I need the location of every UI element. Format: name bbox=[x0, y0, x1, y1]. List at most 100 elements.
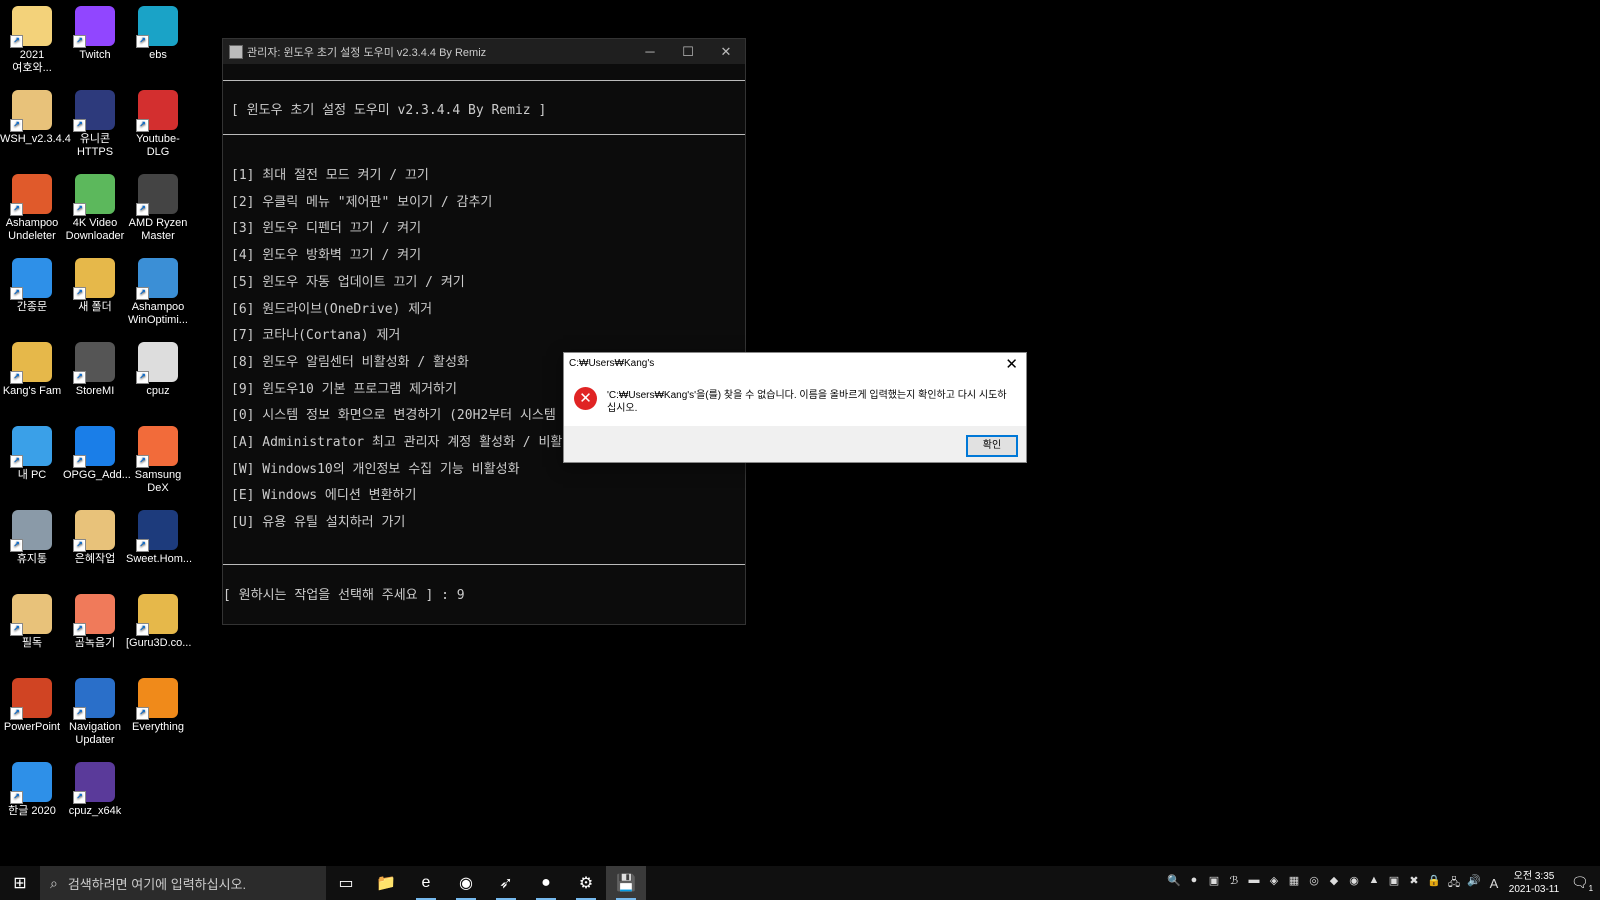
desktop-icon[interactable]: ↗ 휴지통 bbox=[0, 506, 64, 566]
windows-start-icon[interactable]: ⊞ bbox=[0, 866, 40, 900]
desktop-icon[interactable]: ↗ 2021 여호와... bbox=[0, 2, 64, 75]
hangul-doc-icon: ↗ bbox=[10, 258, 52, 300]
error-icon: ✕ bbox=[574, 387, 597, 410]
shortcut-arrow-icon: ↗ bbox=[136, 539, 149, 552]
desktop-icon[interactable]: ↗ Samsung DeX bbox=[126, 422, 190, 495]
error-dialog[interactable]: C:₩Users₩Kang's ✕ ✕ 'C:₩Users₩Kang's'을(를… bbox=[563, 352, 1027, 463]
undeleter-icon: ↗ bbox=[10, 174, 52, 216]
desktop-icon[interactable]: ↗ 곰녹음기 bbox=[63, 590, 127, 650]
desktop-icon[interactable]: ↗ AMD Ryzen Master bbox=[126, 170, 190, 243]
desktop-icon[interactable]: ↗ OPGG_Add... bbox=[63, 422, 131, 482]
tray-icon[interactable]: ▣ bbox=[1384, 874, 1404, 893]
tray-icon[interactable]: 🔍 bbox=[1164, 874, 1184, 893]
desktop-icon[interactable]: ↗ 내 PC bbox=[0, 422, 64, 482]
desktop-icon[interactable]: ↗ Sweet.Hom... bbox=[126, 506, 192, 566]
desktop-icon[interactable]: ↗ ebs bbox=[126, 2, 190, 62]
tray-icon[interactable]: ✖ bbox=[1404, 874, 1424, 893]
ime-indicator[interactable]: A bbox=[1484, 876, 1504, 891]
chip-icon: ↗ bbox=[73, 762, 115, 804]
file-gear-icon: ↗ bbox=[136, 342, 178, 384]
ok-button[interactable]: 확인 bbox=[966, 435, 1018, 457]
tray-icon[interactable]: ● bbox=[1184, 874, 1204, 893]
edge-icon[interactable]: e bbox=[406, 866, 446, 900]
shortcut-arrow-icon: ↗ bbox=[136, 287, 149, 300]
shortcut-arrow-icon: ↗ bbox=[10, 707, 23, 720]
tray-icon[interactable]: ◈ bbox=[1264, 874, 1284, 893]
console-app-icon[interactable]: 💾 bbox=[606, 866, 646, 900]
desktop: ↗ 2021 여호와... ↗ Twitch ↗ ebs ↗ WSH_v2.3.4.4 ↗ 유니콘… bbox=[0, 0, 200, 850]
tray-icon[interactable]: ▣ bbox=[1204, 874, 1224, 893]
desktop-icon[interactable]: ↗ cpuz bbox=[126, 338, 190, 398]
folder-icon: ↗ bbox=[73, 258, 115, 300]
dialog-message: 'C:₩Users₩Kang's'을(를) 찾을 수 없습니다. 이름을 올바르… bbox=[607, 390, 1007, 414]
desktop-icon[interactable]: ↗ Youtube-DLG bbox=[126, 86, 190, 159]
console-menu-item: [0] 시스템 정보 화면으로 변경하기 (20H2부터 시스템 bbox=[231, 408, 556, 424]
file-explorer-icon[interactable]: 📁 bbox=[366, 866, 406, 900]
desktop-icon-label: Navigation Updater bbox=[69, 721, 121, 746]
console-menu-item: [1] 최대 절전 모드 켜기 / 끄기 bbox=[231, 168, 429, 183]
search-box[interactable]: ⌕ 검색하려면 여기에 입력하십시오. bbox=[40, 866, 326, 900]
console-app-icon bbox=[229, 44, 243, 59]
shortcut-arrow-icon: ↗ bbox=[10, 35, 23, 48]
desktop-icon[interactable]: ↗ WSH_v2.3.4.4 bbox=[0, 86, 71, 146]
desktop-icon[interactable]: ↗ 새 폴더 bbox=[63, 254, 127, 314]
desktop-icon[interactable]: ↗ 유니콘 HTTPS bbox=[63, 86, 127, 159]
desktop-icon[interactable]: ↗ 한글 2020 bbox=[0, 758, 64, 818]
console-window[interactable]: 관리자: 윈도우 초기 설정 도우미 v2.3.4.4 By Remiz ─ ☐… bbox=[222, 38, 746, 625]
tray-icon[interactable]: 🔒 bbox=[1424, 874, 1444, 893]
maximize-button[interactable]: ☐ bbox=[669, 44, 707, 60]
console-menu-item: [8] 윈도우 알림센터 비활성화 / 활성화 bbox=[231, 354, 469, 370]
desktop-icon-label: AMD Ryzen Master bbox=[128, 217, 188, 242]
archive-icon: ↗ bbox=[10, 90, 52, 132]
desktop-icon[interactable]: ↗ 4K Video Downloader bbox=[63, 170, 127, 243]
tray-icon[interactable]: ▲ bbox=[1364, 874, 1384, 893]
desktop-icon[interactable]: ↗ Ashampoo WinOptimi... bbox=[126, 254, 190, 327]
desktop-icon[interactable]: ↗ Ashampoo Undeleter bbox=[0, 170, 64, 243]
minimize-button[interactable]: ─ bbox=[631, 44, 669, 59]
desktop-icon-label: 휴지통 bbox=[16, 553, 48, 565]
notification-icon[interactable]: 🗨1 bbox=[1564, 874, 1600, 893]
desktop-icon[interactable]: ↗ Everything bbox=[126, 674, 190, 734]
desktop-icon-label: Ashampoo Undeleter bbox=[5, 217, 59, 242]
tray-icon[interactable]: ◎ bbox=[1304, 874, 1324, 893]
dialog-footer: 확인 bbox=[564, 426, 1026, 462]
console-menu-item: [7] 코타나(Cortana) 제거 bbox=[231, 328, 401, 344]
desktop-icon[interactable]: ↗ 은혜작업 bbox=[63, 506, 127, 566]
desktop-icon[interactable]: ↗ Twitch bbox=[63, 2, 127, 62]
console-menu-item: [3] 윈도우 디펜더 끄기 / 켜기 bbox=[231, 221, 422, 237]
desktop-icon[interactable]: ↗ Navigation Updater bbox=[63, 674, 127, 747]
settings-icon[interactable]: ⚙ bbox=[566, 866, 606, 900]
desktop-icon[interactable]: ↗ 간종문 bbox=[0, 254, 64, 314]
tray-icon[interactable]: ◉ bbox=[1344, 874, 1364, 893]
desktop-icon-label: Youtube-DLG bbox=[136, 133, 180, 158]
desktop-icon[interactable]: ↗ PowerPoint bbox=[0, 674, 64, 734]
desktop-icon[interactable]: ↗ 필독 bbox=[0, 590, 64, 650]
task-view-icon[interactable]: ▭ bbox=[326, 866, 366, 900]
console-titlebar[interactable]: 관리자: 윈도우 초기 설정 도우미 v2.3.4.4 By Remiz ─ ☐… bbox=[223, 39, 745, 64]
chrome-icon[interactable]: ◉ bbox=[446, 866, 486, 900]
storemi-icon: ↗ bbox=[73, 342, 115, 384]
kakaotalk-icon[interactable]: ● bbox=[526, 866, 566, 900]
dialog-close-icon[interactable]: ✕ bbox=[1005, 355, 1018, 373]
desktop-icon[interactable]: ↗ cpuz_x64k bbox=[63, 758, 127, 818]
tray-icon[interactable]: ◆ bbox=[1324, 874, 1344, 893]
unicorn-icon: ↗ bbox=[73, 90, 115, 132]
desktop-icon-label: StoreMI bbox=[75, 385, 115, 397]
desktop-icon-label: 내 PC bbox=[17, 469, 47, 481]
desktop-icon[interactable]: ↗ Kang's Fam bbox=[0, 338, 64, 398]
desktop-icon[interactable]: ↗ [Guru3D.co... bbox=[126, 590, 191, 650]
desktop-icon[interactable]: ↗ StoreMI bbox=[63, 338, 127, 398]
tray-icon[interactable]: ▬ bbox=[1244, 874, 1264, 893]
bird-app-icon[interactable]: ➶ bbox=[486, 866, 526, 900]
pc-icon: ↗ bbox=[10, 426, 52, 468]
tray-icon[interactable]: 🖧 bbox=[1444, 874, 1464, 893]
clock[interactable]: 오전 3:35 2021-03-11 bbox=[1504, 870, 1564, 896]
taskbar: ⊞ ⌕ 검색하려면 여기에 입력하십시오. ▭ 📁 e ◉ ➶ ● ⚙ 💾 🔍 ● ▣ ℬ ▬ ◈ ▦ ◎ ◆… bbox=[0, 866, 1600, 900]
close-button[interactable]: ✕ bbox=[707, 44, 745, 60]
clock-date: 2021-03-11 bbox=[1508, 884, 1560, 895]
tray-icon[interactable]: ▦ bbox=[1284, 874, 1304, 893]
tray-icon[interactable]: 🔊 bbox=[1464, 874, 1484, 893]
desktop-icon-label: OPGG_Add... bbox=[63, 469, 131, 481]
shortcut-arrow-icon: ↗ bbox=[10, 455, 23, 468]
tray-icon[interactable]: ℬ bbox=[1224, 874, 1244, 893]
